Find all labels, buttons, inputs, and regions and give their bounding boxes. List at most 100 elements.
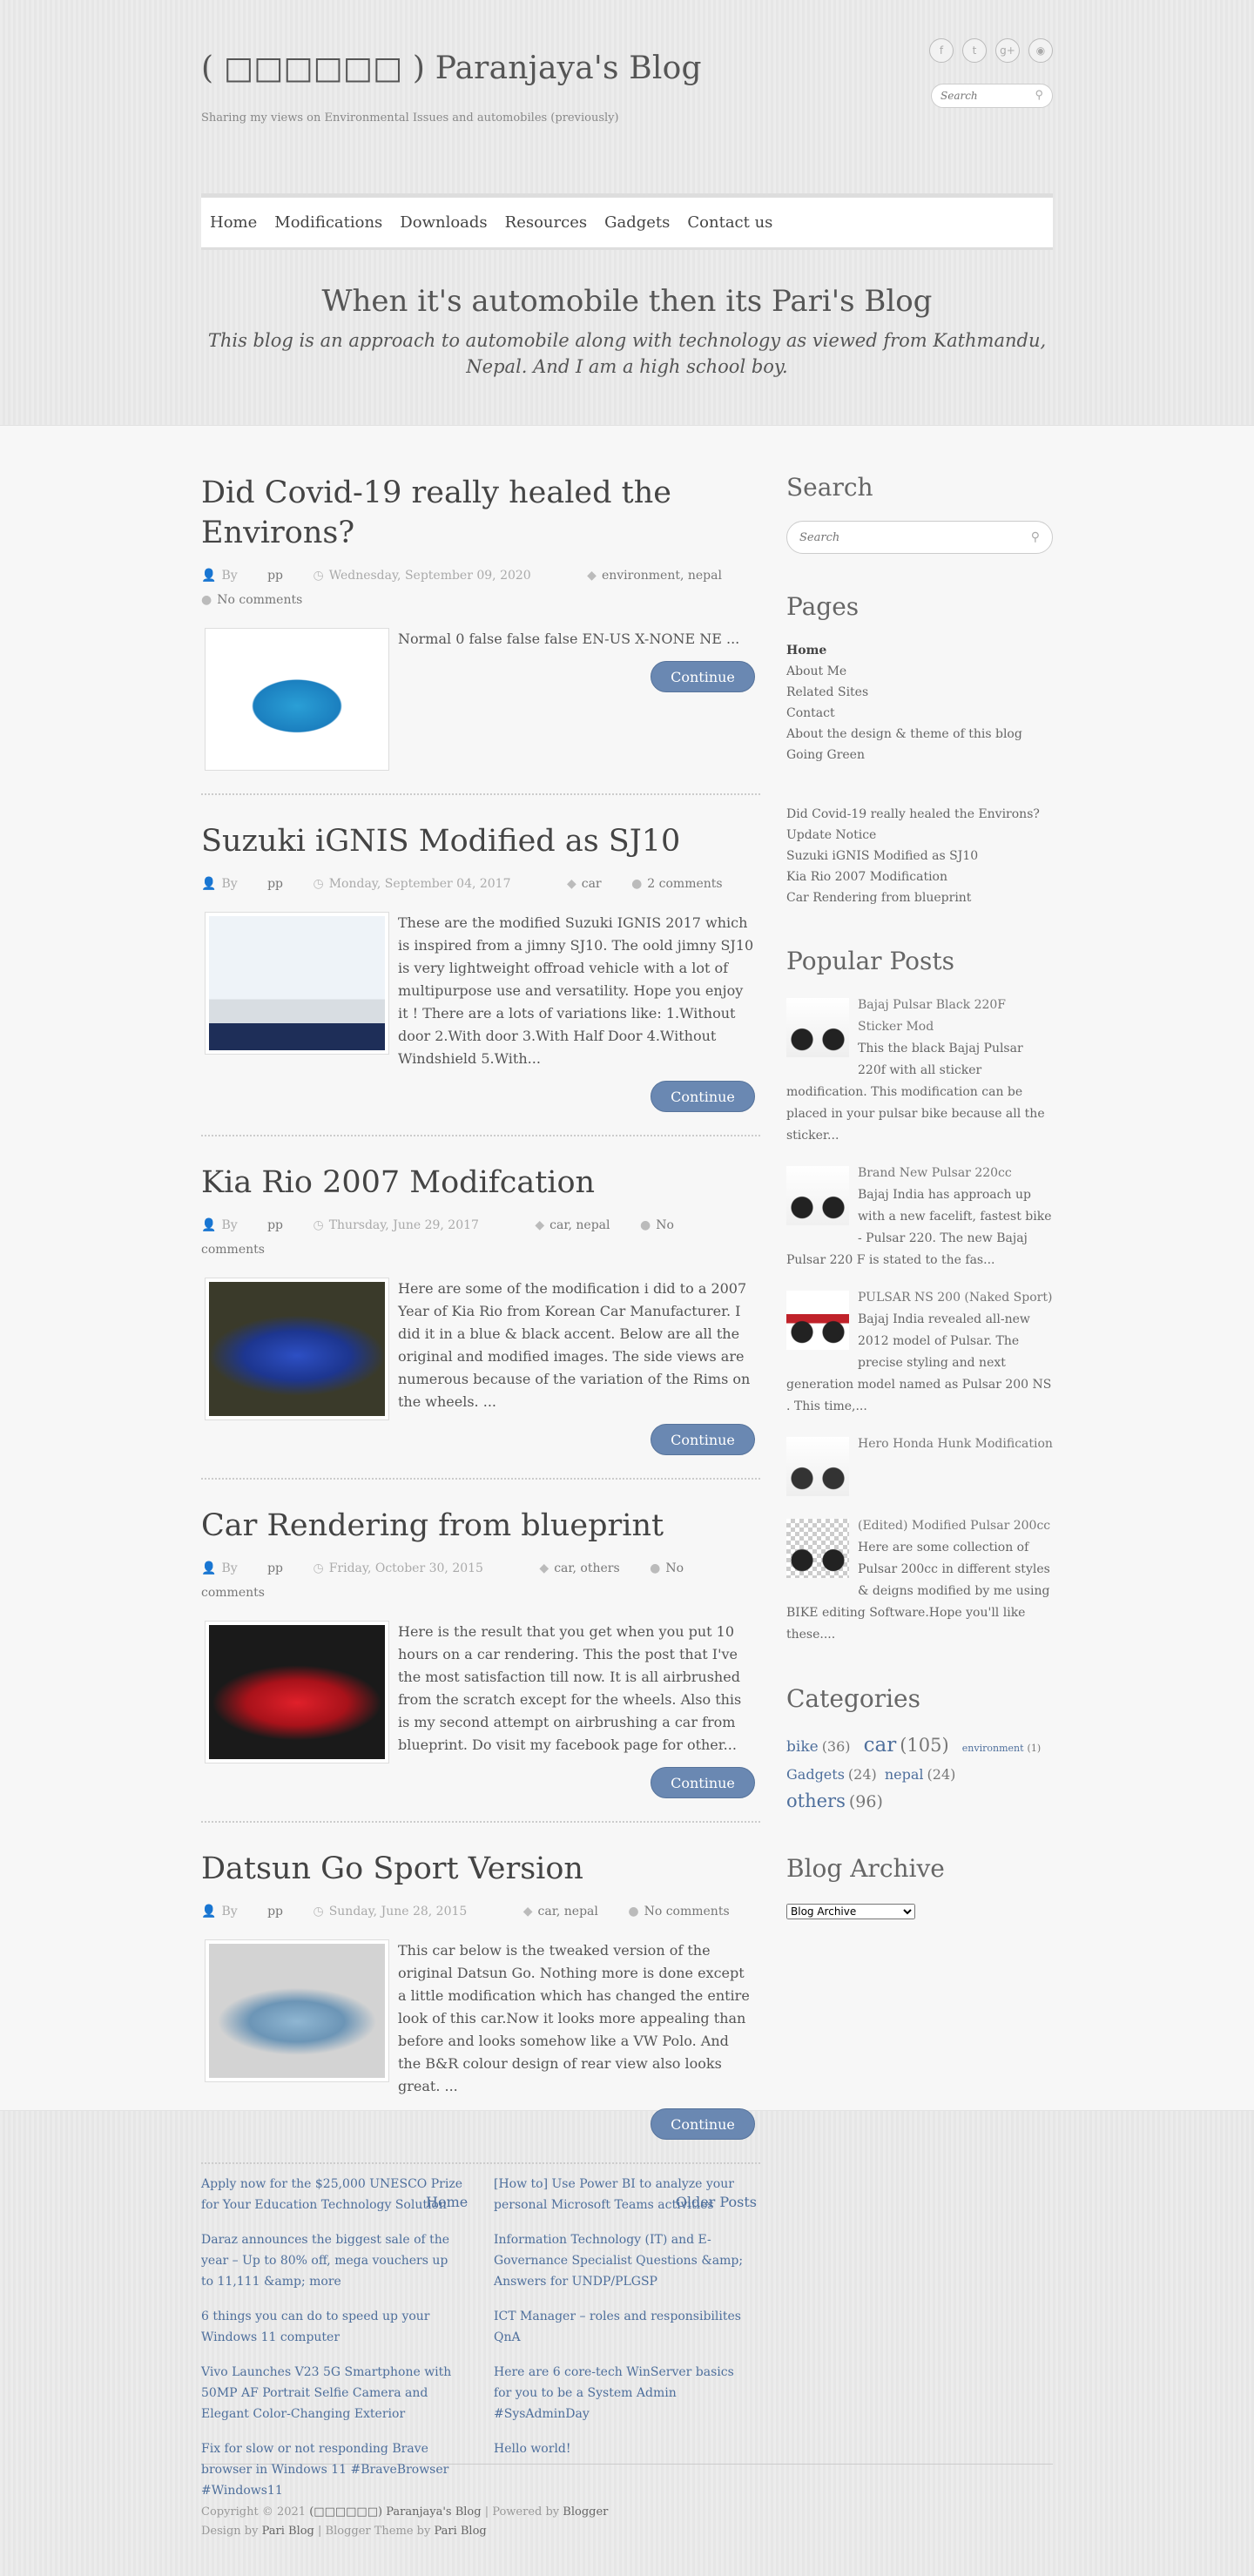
category-link-bike[interactable]: bike [786,1738,819,1756]
popular-post-thumbnail[interactable] [786,1437,849,1496]
pari-blog-link[interactable]: Pari Blog [262,2525,314,2538]
post-author[interactable]: pp [267,1218,283,1232]
tagline: When it's automobile then its Pari's Blo… [201,284,1053,380]
clock-icon: ◷ [313,1561,324,1575]
nav-downloads[interactable]: Downloads [400,213,487,232]
page-link-about-me[interactable]: About Me [786,661,1053,682]
category-link-environment[interactable]: environment [962,1743,1024,1754]
recent-post-link[interactable]: Kia Rio 2007 Modification [786,867,1053,887]
clock-icon: ◷ [313,877,324,891]
nav-modifications[interactable]: Modifications [274,213,382,232]
search-icon[interactable]: ⚲ [1031,530,1040,544]
twitter-icon[interactable]: t [962,38,987,63]
category-link-nepal[interactable]: nepal [885,1766,924,1783]
category-link-gadgets[interactable]: Gadgets [786,1766,845,1783]
footer-link[interactable]: ICT Manager – roles and responsibilites … [494,2306,755,2348]
page-link-contact[interactable]: Contact [786,703,1053,724]
post-comments[interactable]: No comments [217,593,302,607]
blogger-link[interactable]: Blogger [563,2505,608,2519]
post-labels[interactable]: environment, nepal [602,569,722,583]
post-thumbnail[interactable] [205,1621,389,1763]
popular-post-thumbnail[interactable] [786,1291,849,1350]
post-title[interactable]: Car Rendering from blueprint [201,1506,760,1546]
recent-post-link[interactable]: Did Covid-19 really healed the Environs? [786,804,1053,825]
post-thumbnail[interactable] [205,912,389,1055]
continue-button[interactable]: Continue [651,661,755,692]
sidebar-search-input[interactable] [799,522,1017,553]
popular-post-title[interactable]: Hero Honda Hunk Modification [858,1437,1053,1451]
recent-post-link[interactable]: Car Rendering from blueprint [786,887,1053,908]
nav-gadgets[interactable]: Gadgets [604,213,670,232]
page-link-related-sites[interactable]: Related Sites [786,682,1053,703]
footer-link[interactable]: 6 things you can do to speed up your Win… [201,2306,462,2348]
continue-button[interactable]: Continue [651,1081,755,1112]
post-thumbnail[interactable] [205,628,389,771]
page-link-going-green[interactable]: Going Green [786,745,1053,765]
footer-link[interactable]: Information Technology (IT) and E-Govern… [494,2229,755,2292]
recent-post-link[interactable]: Update Notice [786,825,1053,846]
footer-link[interactable]: Daraz announces the biggest sale of the … [201,2229,462,2292]
recent-post-link[interactable]: Suzuki iGNIS Modified as SJ10 [786,846,1053,867]
tag-icon: ◆ [539,1561,549,1575]
pages-widget-title: Pages [786,592,860,621]
footer-blog-link[interactable]: (□□□□□□) Paranjaya's Blog [309,2505,481,2519]
facebook-icon[interactable]: f [929,38,954,63]
footer-link[interactable]: Vivo Launches V23 5G Smartphone with 50M… [201,2362,462,2424]
google-plus-icon[interactable]: g+ [995,38,1020,63]
footer-link[interactable]: Hello world! [494,2438,755,2459]
footer-link[interactable]: Apply now for the $25,000 UNESCO Prize f… [201,2174,462,2215]
popular-post-title[interactable]: Brand New Pulsar 220cc [858,1166,1012,1180]
post-thumbnail[interactable] [205,1939,389,2082]
tag-icon: ◆ [535,1218,545,1232]
nav-contact[interactable]: Contact us [687,213,772,232]
rss-icon[interactable]: ◉ [1028,38,1053,63]
popular-post-thumbnail[interactable] [786,1519,849,1578]
post-title[interactable]: Did Covid-19 really healed the Environs? [201,473,760,553]
post-date: Sunday, June 28, 2015 [328,1905,468,1919]
user-icon: 👤 [201,1218,217,1232]
recent-posts-widget: Did Covid-19 really healed the Environs?… [786,804,1053,908]
post-title[interactable]: Kia Rio 2007 Modifcation [201,1163,760,1203]
blog-title[interactable]: ( □□□□□□ ) Paranjaya's Blog [201,51,702,86]
popular-post-title[interactable]: Bajaj Pulsar Black 220F Sticker Mod [858,998,1006,1034]
popular-post: Hero Honda Hunk Modification [786,1433,1053,1500]
post-author[interactable]: pp [267,877,283,891]
header-search-input[interactable] [940,84,1028,107]
post-labels[interactable]: car, others [554,1561,619,1575]
popular-post-thumbnail[interactable] [786,1166,849,1225]
post-comments[interactable]: No comments [644,1905,730,1919]
nav-resources[interactable]: Resources [505,213,587,232]
archive-select[interactable]: Blog Archive [786,1904,915,1919]
footer-link[interactable]: [How to] Use Power BI to analyze your pe… [494,2174,755,2215]
post-comments[interactable]: 2 comments [647,877,722,891]
clock-icon: ◷ [313,569,324,583]
post-thumbnail[interactable] [205,1278,389,1420]
popular-post-title[interactable]: PULSAR NS 200 (Naked Sport) [858,1291,1052,1305]
post-excerpt: This car below is the tweaked version of… [398,1942,750,2094]
nav-home[interactable]: Home [210,213,257,232]
post-author[interactable]: pp [267,569,283,583]
post-author[interactable]: pp [267,1905,283,1919]
category-link-car[interactable]: car [864,1734,897,1757]
search-icon[interactable]: ⚲ [1035,89,1043,102]
continue-button[interactable]: Continue [651,1767,755,1798]
popular-post-thumbnail[interactable] [786,998,849,1057]
footer-link[interactable]: Fix for slow or not responding Brave bro… [201,2438,462,2501]
footer-link[interactable]: Here are 6 core-tech WinServer basics fo… [494,2362,755,2424]
tag-icon: ◆ [522,1905,533,1919]
post-labels[interactable]: car [582,877,602,891]
page-link-about-design[interactable]: About the design & theme of this blog [786,724,1053,745]
post-author[interactable]: pp [267,1561,283,1575]
pari-blog-theme-link[interactable]: Pari Blog [434,2525,486,2538]
post-labels[interactable]: car, nepal [538,1905,598,1919]
continue-button[interactable]: Continue [651,1424,755,1455]
page-link-home[interactable]: Home [786,640,1053,661]
post-title[interactable]: Suzuki iGNIS Modified as SJ10 [201,821,760,861]
post-labels[interactable]: car, nepal [549,1218,610,1232]
post-date: Wednesday, September 09, 2020 [328,569,531,583]
category-link-others[interactable]: others [786,1790,846,1811]
post-meta: 👤 By pp ◷ Wednesday, September 09, 2020 ◆ e… [201,569,722,607]
post-title[interactable]: Datsun Go Sport Version [201,1849,760,1889]
popular-posts-title: Popular Posts [786,947,955,975]
popular-post-title[interactable]: (Edited) Modified Pulsar 200cc [858,1519,1050,1533]
